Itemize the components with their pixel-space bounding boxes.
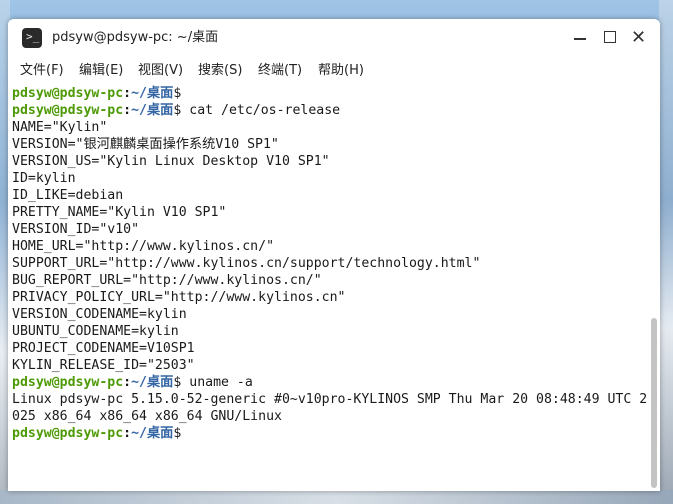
output-line: NAME="Kylin" (12, 120, 108, 135)
window-title: pdsyw@pdsyw-pc: ~/桌面 (52, 30, 219, 45)
output-line: PRIVACY_POLICY_URL="http://www.kylinos.c… (12, 290, 346, 305)
menu-bar: 文件(F) 编辑(E) 视图(V) 搜索(S) 终端(T) 帮助(H) (8, 57, 660, 85)
prompt-user-host: pdsyw@pdsyw-pc (12, 375, 124, 390)
prompt-separator: : (123, 86, 132, 101)
prompt-path: ~/桌面 (131, 375, 174, 390)
output-line: 025 x86_64 x86_64 x86_64 GNU/Linux (12, 409, 282, 424)
prompt-line: pdsyw@pdsyw-pc:~/桌面$ uname -a (12, 374, 253, 391)
prompt-separator: : (123, 375, 132, 390)
close-button[interactable]: ✕ (628, 26, 652, 50)
maximize-icon (604, 31, 616, 43)
desktop-wallpaper-right (659, 0, 673, 504)
menu-help[interactable]: 帮助(H) (318, 63, 364, 79)
prompt-line: pdsyw@pdsyw-pc:~/桌面$ (12, 425, 189, 442)
output-line: BUG_REPORT_URL="http://www.kylinos.cn/" (12, 273, 322, 288)
prompt-user-host: pdsyw@pdsyw-pc (12, 103, 124, 118)
close-icon: ✕ (631, 27, 647, 48)
minimize-button[interactable] (568, 26, 592, 50)
command-text (181, 426, 189, 441)
command-text: uname -a (181, 375, 253, 390)
desktop-wallpaper-bottom (0, 490, 673, 504)
terminal-output[interactable]: pdsyw@pdsyw-pc:~/桌面$ pdsyw@pdsyw-pc:~/桌面$… (8, 85, 660, 491)
terminal-icon: >_ (22, 28, 42, 48)
output-line: VERSION_CODENAME=kylin (12, 307, 187, 322)
prompt-line: pdsyw@pdsyw-pc:~/桌面$ (12, 85, 181, 102)
prompt-user-host: pdsyw@pdsyw-pc (12, 426, 124, 441)
prompt-line: pdsyw@pdsyw-pc:~/桌面$ cat /etc/os-release (12, 102, 340, 119)
output-line: VERSION="银河麒麟桌面操作系统V10 SP1" (12, 137, 279, 152)
prompt-path: ~/桌面 (131, 103, 174, 118)
menu-terminal[interactable]: 终端(T) (258, 63, 302, 79)
output-line: UBUNTU_CODENAME=kylin (12, 324, 179, 339)
title-bar[interactable]: >_ pdsyw@pdsyw-pc: ~/桌面 ✕ (8, 19, 660, 57)
output-line: ID_LIKE=debian (12, 188, 124, 203)
output-line: PRETTY_NAME="Kylin V10 SP1" (12, 205, 227, 220)
output-line: SUPPORT_URL="http://www.kylinos.cn/suppo… (12, 256, 481, 271)
scrollbar-thumb[interactable] (651, 318, 657, 488)
terminal-window: >_ pdsyw@pdsyw-pc: ~/桌面 ✕ 文件(F) 编辑(E) 视图… (8, 19, 660, 491)
terminal-icon-prompt: >_ (26, 30, 40, 43)
prompt-dollar: $ (173, 86, 182, 101)
menu-search[interactable]: 搜索(S) (198, 63, 242, 79)
output-line: PROJECT_CODENAME=V10SP1 (12, 341, 195, 356)
minimize-icon (574, 38, 586, 40)
output-line: VERSION_ID="v10" (12, 222, 140, 237)
output-line: Linux pdsyw-pc 5.15.0-52-generic #0~v10p… (12, 392, 648, 407)
output-line: HOME_URL="http://www.kylinos.cn/" (12, 239, 275, 254)
prompt-path: ~/桌面 (131, 426, 174, 441)
scrollbar[interactable] (648, 85, 660, 491)
maximize-button[interactable] (598, 26, 622, 50)
command-text: cat /etc/os-release (181, 103, 341, 118)
output-line: KYLIN_RELEASE_ID="2503" (12, 358, 195, 373)
menu-edit[interactable]: 编辑(E) (79, 63, 123, 79)
menu-file[interactable]: 文件(F) (20, 63, 64, 79)
menu-view[interactable]: 视图(V) (138, 63, 183, 79)
prompt-separator: : (123, 103, 132, 118)
prompt-path: ~/桌面 (131, 86, 174, 101)
prompt-separator: : (123, 426, 132, 441)
output-line: VERSION_US="Kylin Linux Desktop V10 SP1" (12, 154, 330, 169)
output-line: ID=kylin (12, 171, 76, 186)
prompt-user-host: pdsyw@pdsyw-pc (12, 86, 124, 101)
